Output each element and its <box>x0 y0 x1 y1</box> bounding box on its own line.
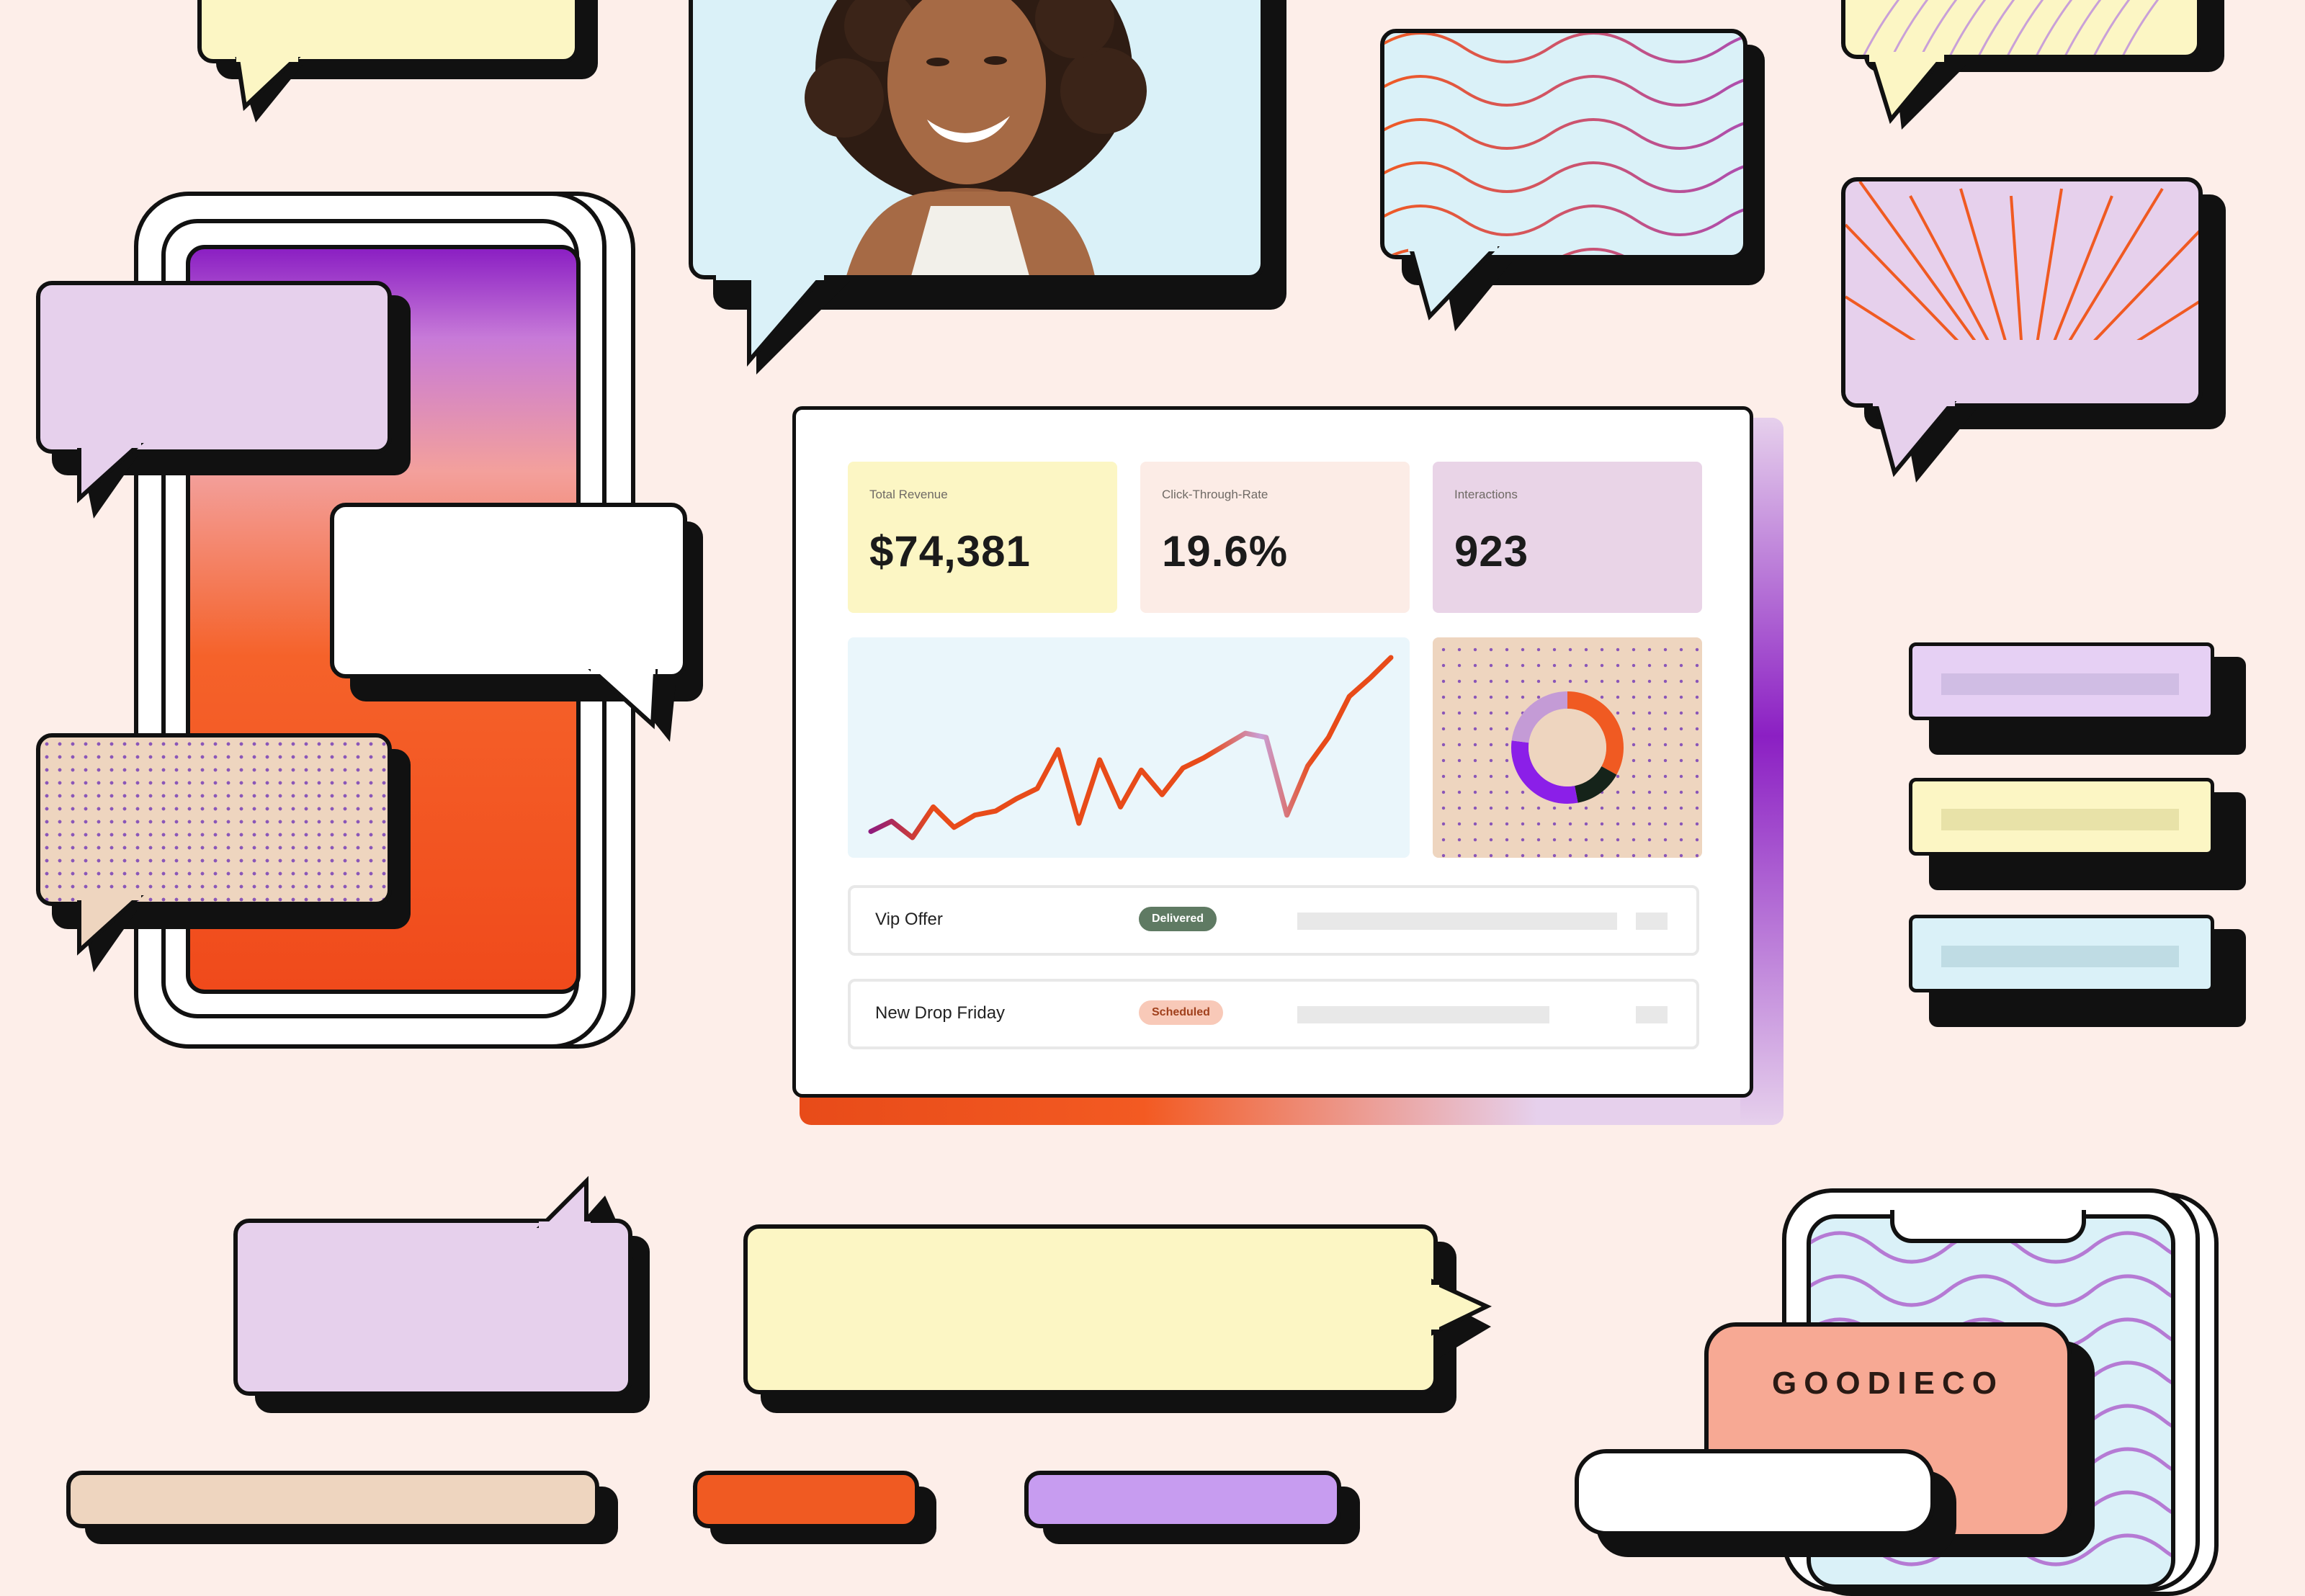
line-series <box>868 655 1394 840</box>
placeholder-bar-short <box>1636 1006 1668 1023</box>
stat-click-through-rate: Click-Through-Rate 19.6% <box>1140 462 1410 613</box>
placeholder-bar <box>1297 913 1617 930</box>
stat-value: 923 <box>1454 527 1529 575</box>
wave-pattern <box>1384 33 1743 255</box>
donut-hole <box>1529 709 1606 786</box>
stat-label: Interactions <box>1454 488 1518 501</box>
stat-label: Click-Through-Rate <box>1162 488 1268 501</box>
placeholder-bar-short <box>1636 913 1668 930</box>
brand-name: GOODIECO <box>1771 1366 2005 1401</box>
status-badge: Delivered <box>1139 907 1217 931</box>
phone-notch <box>1890 1210 2086 1243</box>
diagonal-stripe-pattern <box>1863 0 2159 55</box>
stat-total-revenue: Total Revenue $74,381 <box>848 462 1117 613</box>
status-badge: Scheduled <box>1139 1000 1223 1025</box>
stat-value: 19.6% <box>1162 527 1289 575</box>
placeholder-bar <box>1297 1006 1549 1023</box>
donut-chart-panel <box>1433 637 1702 858</box>
campaign-name: New Drop Friday <box>875 1003 1006 1023</box>
stat-value: $74,381 <box>869 527 1031 575</box>
campaign-row[interactable]: New Drop Friday Scheduled <box>848 979 1699 1049</box>
stat-interactions: Interactions 923 <box>1433 462 1702 613</box>
stat-label: Total Revenue <box>869 488 948 501</box>
campaign-name: Vip Offer <box>875 910 943 929</box>
analytics-dashboard-card: Total Revenue $74,381 Click-Through-Rate… <box>792 406 1753 1098</box>
sunburst-pattern <box>1845 181 2198 403</box>
campaign-row[interactable]: Vip Offer Delivered <box>848 885 1699 956</box>
smiling-woman-photo <box>805 0 1147 275</box>
donut-chart <box>1511 691 1624 804</box>
line-chart <box>868 655 1394 840</box>
line-chart-panel <box>848 637 1410 858</box>
